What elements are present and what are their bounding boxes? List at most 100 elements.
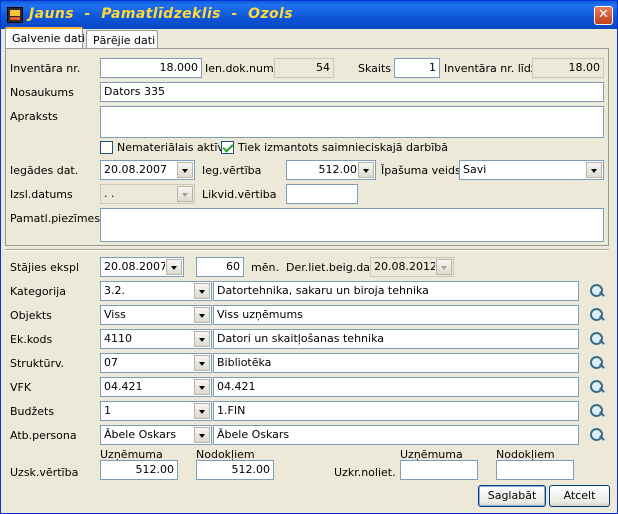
search-icon[interactable] <box>589 379 605 395</box>
tab-galvenie-dati[interactable]: Galvenie dati <box>5 27 85 50</box>
iegades-dat-picker[interactable]: 20.08.2007 <box>100 160 195 180</box>
inventara-nr-lidz-field: 18.00 <box>532 58 604 78</box>
ieg-vertiba-label: Ieg.vērtība <box>202 164 262 177</box>
uzsk-nodokljiem-input[interactable]: 512.00 <box>196 460 274 480</box>
inventara-nr-input[interactable]: 18.000 <box>100 58 202 78</box>
iegades-dat-label: Iegādes dat. <box>10 164 79 177</box>
skaits-label: Skaits <box>358 62 391 75</box>
chevron-down-icon[interactable] <box>177 162 193 178</box>
vfk-desc[interactable]: 04.421 <box>213 377 579 397</box>
stajies-ekspl-value: 20.08.2007 <box>104 260 165 273</box>
chevron-down-icon[interactable] <box>166 259 182 275</box>
strukturv-label: Struktūrv. <box>10 357 65 370</box>
chevron-down-icon[interactable] <box>194 307 210 323</box>
tiek-izmantots-label: Tiek izmantots saimnieciskajā darbībā <box>238 141 449 154</box>
strukturv-desc[interactable]: Bibliotēka <box>213 353 579 373</box>
atb-persona-desc[interactable]: Ābele Oskars <box>213 425 579 445</box>
nematerialais-label: Nemateriālais aktīvs <box>117 141 230 154</box>
objekts-code: Viss <box>104 308 126 321</box>
atb-persona-select[interactable]: Ābele Oskars <box>100 425 212 445</box>
strukturv-code: 07 <box>104 356 118 369</box>
menesi-input[interactable]: 60 <box>196 257 244 277</box>
tab-parejie-dati[interactable]: Pārējie dati <box>86 30 158 49</box>
atb-persona-code: Ābele Oskars <box>104 428 177 441</box>
search-icon[interactable] <box>589 283 605 299</box>
cancel-button[interactable]: Atcelt <box>549 485 610 507</box>
objekts-label: Objekts <box>10 309 52 322</box>
izsl-datums-label: Izsl.datums <box>10 188 73 201</box>
save-button[interactable]: Saglabāt <box>478 485 546 507</box>
ek-kods-desc[interactable]: Datori un skaitļošanas tehnika <box>213 329 579 349</box>
likvid-vertiba-label: Likvid.vērtiba <box>202 188 277 201</box>
chevron-down-icon[interactable] <box>194 331 210 347</box>
uzkr-noliet-label: Uzkr.noliet. <box>334 466 396 479</box>
search-icon[interactable] <box>589 427 605 443</box>
men-label: mēn. <box>251 261 279 274</box>
pamatl-piezimes-textarea[interactable] <box>100 208 604 242</box>
search-icon[interactable] <box>589 307 605 323</box>
search-icon[interactable] <box>589 331 605 347</box>
vfk-code: 04.421 <box>104 380 143 393</box>
apraksts-textarea[interactable] <box>100 106 604 138</box>
chevron-down-icon[interactable] <box>586 162 602 178</box>
iegades-dat-value: 20.08.2007 <box>104 163 167 176</box>
atb-persona-label: Atb.persona <box>10 429 77 442</box>
dialog-window: Jauns - Pamatlīdzeklis - Ozols ✕ Galveni… <box>0 0 618 514</box>
chevron-down-icon[interactable] <box>358 162 374 178</box>
title-bar[interactable]: Jauns - Pamatlīdzeklis - Ozols ✕ <box>1 1 617 29</box>
vfk-label: VFK <box>10 381 32 394</box>
app-icon <box>7 7 23 23</box>
vfk-select[interactable]: 04.421 <box>100 377 212 397</box>
budzets-select[interactable]: 1 <box>100 401 212 421</box>
chevron-down-icon[interactable] <box>194 403 210 419</box>
der-liet-beig-dat-label: Der.liet.beig.dat. <box>286 261 378 274</box>
tiek-izmantots-checkbox[interactable] <box>221 141 234 154</box>
chevron-down-icon[interactable] <box>436 259 452 275</box>
stajies-ekspl-picker[interactable]: 20.08.2007 <box>100 257 184 277</box>
kategorija-code: 3.2. <box>104 284 125 297</box>
pamatl-piezimes-label: Pamatl.piezīmes <box>10 212 101 225</box>
uzkr-nodokljiem-input[interactable] <box>496 460 574 480</box>
search-icon[interactable] <box>589 355 605 371</box>
ien-dok-num-label: Ien.dok.num. <box>205 62 278 75</box>
ek-kods-label: Ek.kods <box>10 333 53 346</box>
nosaukums-label: Nosaukums <box>10 86 74 99</box>
uzsk-vertiba-label: Uzsk.vērtība <box>10 466 79 479</box>
chevron-down-icon[interactable] <box>194 355 210 371</box>
kategorija-desc[interactable]: Datortehnika, sakaru un biroja tehnika <box>213 281 579 301</box>
chevron-down-icon[interactable] <box>177 186 193 202</box>
der-liet-beig-dat-value: 20.08.2012 <box>374 260 435 273</box>
budzets-code: 1 <box>104 404 111 417</box>
search-icon[interactable] <box>589 403 605 419</box>
nematerialais-checkbox[interactable] <box>100 141 113 154</box>
kategorija-label: Kategorija <box>10 285 66 298</box>
ipasuma-veids-value: Savi <box>463 163 487 176</box>
skaits-input[interactable]: 1 <box>394 58 440 78</box>
budzets-label: Budžets <box>10 405 55 418</box>
close-icon[interactable]: ✕ <box>594 6 613 25</box>
stajies-ekspl-label: Stājies ekspl <box>10 261 80 274</box>
izsl-datums-value: . . <box>104 187 115 200</box>
ek-kods-select[interactable]: 4110 <box>100 329 212 349</box>
objekts-desc[interactable]: Viss uzņēmums <box>213 305 579 325</box>
chevron-down-icon[interactable] <box>194 283 210 299</box>
chevron-down-icon[interactable] <box>194 427 210 443</box>
ieg-vertiba-field[interactable]: 512.00 <box>286 160 376 180</box>
apraksts-label: Apraksts <box>10 110 58 123</box>
likvid-vertiba-input[interactable] <box>286 184 358 204</box>
objekts-select[interactable]: Viss <box>100 305 212 325</box>
ipasuma-veids-select[interactable]: Savi <box>459 160 604 180</box>
ieg-vertiba-value: 512.00 <box>318 163 358 176</box>
strukturv-select[interactable]: 07 <box>100 353 212 373</box>
budzets-desc[interactable]: 1.FIN <box>213 401 579 421</box>
kategorija-select[interactable]: 3.2. <box>100 281 212 301</box>
der-liet-beig-dat-picker[interactable]: 20.08.2012 <box>370 257 454 277</box>
chevron-down-icon[interactable] <box>194 379 210 395</box>
inventara-nr-lidz-label: Inventāra nr. līdz <box>444 62 537 75</box>
uzkr-uznemuma-input[interactable] <box>400 460 478 480</box>
uzsk-uznemuma-input[interactable]: 512.00 <box>100 460 178 480</box>
inventara-nr-label: Inventāra nr. <box>10 62 81 75</box>
nosaukums-input[interactable]: Dators 335 <box>100 82 604 102</box>
izsl-datums-picker[interactable]: . . <box>100 184 195 204</box>
ipasuma-veids-label: Īpašuma veids <box>381 164 461 177</box>
